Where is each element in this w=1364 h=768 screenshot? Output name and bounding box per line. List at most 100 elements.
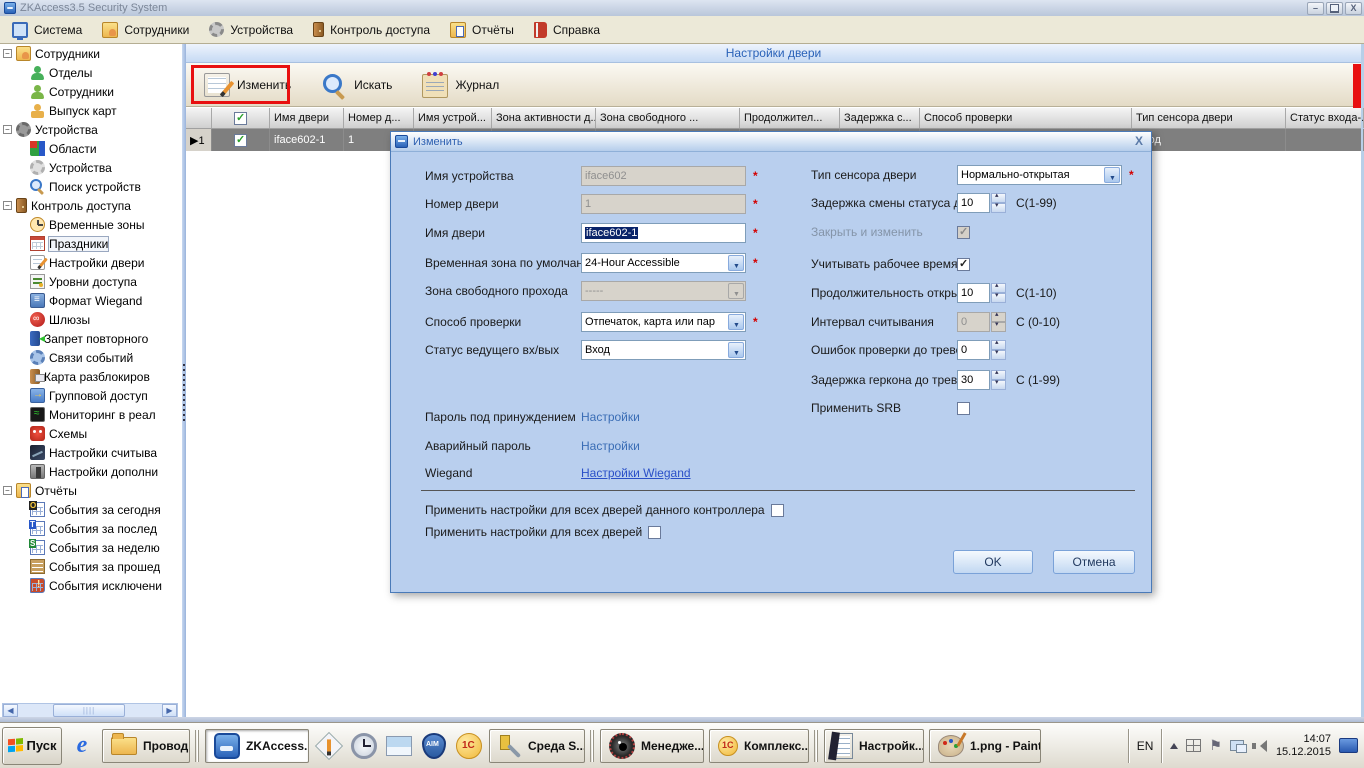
aim-shield-quicklaunch[interactable] bbox=[419, 730, 449, 762]
open-duration-value[interactable]: 10 bbox=[957, 283, 990, 303]
sidebar-item-0[interactable]: Сотрудники bbox=[0, 44, 182, 63]
apply-all-controller-checkbox[interactable] bbox=[771, 504, 784, 517]
spin-down-icon[interactable] bbox=[991, 203, 1006, 213]
spin-down-icon[interactable] bbox=[991, 293, 1006, 303]
verify-errors-value[interactable]: 0 bbox=[957, 340, 990, 360]
tray-speaker-icon[interactable] bbox=[1252, 739, 1268, 753]
verify-errors-spinner[interactable]: 0 bbox=[957, 340, 1006, 360]
sidebar-item-2[interactable]: Сотрудники bbox=[0, 82, 182, 101]
search-button[interactable]: Искать bbox=[313, 69, 400, 101]
taskbar-button-14[interactable]: Настройк... bbox=[824, 729, 924, 763]
wiegand-settings-link[interactable]: Настройки Wiegand bbox=[581, 466, 691, 480]
menu-help[interactable]: Справка bbox=[528, 19, 610, 41]
chevron-down-icon[interactable] bbox=[728, 255, 744, 271]
sidebar-item-9[interactable]: Временные зоны bbox=[0, 215, 182, 234]
pen-note-quicklaunch[interactable] bbox=[314, 730, 344, 762]
taskbar-button-11[interactable]: Менедже... bbox=[600, 729, 704, 763]
sidebar-item-11[interactable]: Настройки двери bbox=[0, 253, 182, 272]
taskbar-button-12[interactable]: Комплекс... bbox=[709, 729, 809, 763]
sidebar-item-14[interactable]: Шлюзы bbox=[0, 310, 182, 329]
sensor-alarm-delay-spinner[interactable]: 30 bbox=[957, 370, 1006, 390]
sidebar-item-16[interactable]: Связи событий bbox=[0, 348, 182, 367]
sidebar-item-20[interactable]: Схемы bbox=[0, 424, 182, 443]
minimize-button[interactable]: – bbox=[1307, 2, 1324, 15]
chevron-down-icon[interactable] bbox=[1104, 167, 1120, 183]
status-delay-value[interactable]: 10 bbox=[957, 193, 990, 213]
scroll-thumb[interactable] bbox=[53, 704, 125, 717]
verify-mode-select[interactable]: Отпечаток, карта или пар bbox=[581, 312, 746, 332]
sidebar-item-3[interactable]: Выпуск карт bbox=[0, 101, 182, 120]
collapse-toggle-icon[interactable] bbox=[3, 125, 12, 134]
default-timezone-select[interactable]: 24-Hour Accessible bbox=[581, 253, 746, 273]
restore-button[interactable] bbox=[1326, 2, 1343, 15]
lead-io-status-select[interactable]: Вход bbox=[581, 340, 746, 360]
sidebar-item-4[interactable]: Устройства bbox=[0, 120, 182, 139]
sidebar-item-22[interactable]: Настройки дополни bbox=[0, 462, 182, 481]
cancel-button[interactable]: Отмена bbox=[1053, 550, 1135, 574]
sidebar-item-19[interactable]: Мониторинг в реал bbox=[0, 405, 182, 424]
journal-button[interactable]: Журнал bbox=[414, 68, 507, 102]
row-checkbox[interactable] bbox=[234, 134, 247, 147]
one-c-quicklaunch[interactable] bbox=[454, 730, 484, 762]
scroll-track[interactable] bbox=[18, 704, 162, 717]
start-button[interactable]: Пуск bbox=[2, 727, 62, 765]
taskbar-button-15[interactable]: 1.png - Paint bbox=[929, 729, 1041, 763]
row-select-cell[interactable] bbox=[212, 129, 270, 151]
clock-app-quicklaunch[interactable] bbox=[349, 730, 379, 762]
tray-windows-icon[interactable] bbox=[1186, 739, 1201, 752]
menu-employees[interactable]: Сотрудники bbox=[96, 19, 199, 41]
sidebar-item-10[interactable]: Праздники bbox=[0, 234, 182, 253]
tray-flag-icon[interactable]: ⚑ bbox=[1209, 737, 1222, 754]
collapse-toggle-icon[interactable] bbox=[3, 49, 12, 58]
dialog-close-icon[interactable]: X bbox=[1135, 134, 1143, 148]
duress-password-settings-link[interactable]: Настройки bbox=[581, 410, 640, 424]
show-desktop-icon[interactable] bbox=[1339, 738, 1358, 753]
select-all-column[interactable] bbox=[212, 108, 270, 128]
sidebar-item-28[interactable]: События исключени bbox=[0, 576, 182, 595]
sidebar-item-27[interactable]: События за прошед bbox=[0, 557, 182, 576]
sidebar-item-7[interactable]: Поиск устройств bbox=[0, 177, 182, 196]
tray-clock[interactable]: 14:07 15.12.2015 bbox=[1276, 733, 1331, 759]
language-indicator[interactable]: EN bbox=[1137, 739, 1154, 753]
select-all-checkbox[interactable] bbox=[234, 112, 247, 125]
scroll-left-icon[interactable]: ◀ bbox=[3, 704, 18, 717]
horizontal-scrollbar[interactable]: ◀ ▶ bbox=[2, 703, 178, 718]
menu-devices[interactable]: Устройства bbox=[203, 19, 303, 40]
taskbar-button-1[interactable]: Провод... bbox=[102, 729, 190, 763]
sidebar-item-12[interactable]: Уровни доступа bbox=[0, 272, 182, 291]
work-time-checkbox[interactable] bbox=[957, 258, 970, 271]
tray-network-icon[interactable] bbox=[1230, 740, 1244, 751]
sidebar-item-15[interactable]: Запрет повторного bbox=[0, 329, 182, 348]
chevron-down-icon[interactable] bbox=[728, 314, 744, 330]
taskbar-button-3[interactable]: ZKAccess... bbox=[205, 729, 309, 763]
menu-reports[interactable]: Отчёты bbox=[444, 19, 524, 41]
sidebar-item-6[interactable]: Устройства bbox=[0, 158, 182, 177]
collapse-toggle-icon[interactable] bbox=[3, 486, 12, 495]
open-duration-spinner[interactable]: 10 bbox=[957, 283, 1006, 303]
sidebar-item-1[interactable]: Отделы bbox=[0, 63, 182, 82]
sidebar-item-5[interactable]: Области bbox=[0, 139, 182, 158]
sidebar-item-26[interactable]: События за неделю bbox=[0, 538, 182, 557]
apply-srb-checkbox[interactable] bbox=[957, 402, 970, 415]
emergency-password-settings-link[interactable]: Настройки bbox=[581, 439, 640, 453]
sidebar-item-17[interactable]: Карта разблокиров bbox=[0, 367, 182, 386]
sidebar-item-8[interactable]: Контроль доступа bbox=[0, 196, 182, 215]
image-app-quicklaunch[interactable] bbox=[384, 730, 414, 762]
collapse-toggle-icon[interactable] bbox=[3, 201, 12, 210]
taskbar-button-9[interactable]: Среда S... bbox=[489, 729, 585, 763]
sidebar-item-24[interactable]: События за сегодня bbox=[0, 500, 182, 519]
sidebar-item-18[interactable]: Групповой доступ bbox=[0, 386, 182, 405]
menu-access-control[interactable]: Контроль доступа bbox=[307, 19, 440, 40]
tray-expand-icon[interactable] bbox=[1170, 739, 1178, 749]
sidebar-item-23[interactable]: Отчёты bbox=[0, 481, 182, 500]
sidebar-item-13[interactable]: Формат Wiegand bbox=[0, 291, 182, 310]
edit-button[interactable]: Изменить bbox=[196, 69, 299, 101]
spin-down-icon[interactable] bbox=[991, 350, 1006, 360]
sensor-type-select[interactable]: Нормально-открытая bbox=[957, 165, 1122, 185]
scroll-right-icon[interactable]: ▶ bbox=[162, 704, 177, 717]
ie-quicklaunch[interactable]: e bbox=[67, 730, 97, 762]
spin-down-icon[interactable] bbox=[991, 380, 1006, 390]
sensor-alarm-delay-value[interactable]: 30 bbox=[957, 370, 990, 390]
sidebar-item-21[interactable]: Настройки считыва bbox=[0, 443, 182, 462]
ok-button[interactable]: OK bbox=[953, 550, 1033, 574]
